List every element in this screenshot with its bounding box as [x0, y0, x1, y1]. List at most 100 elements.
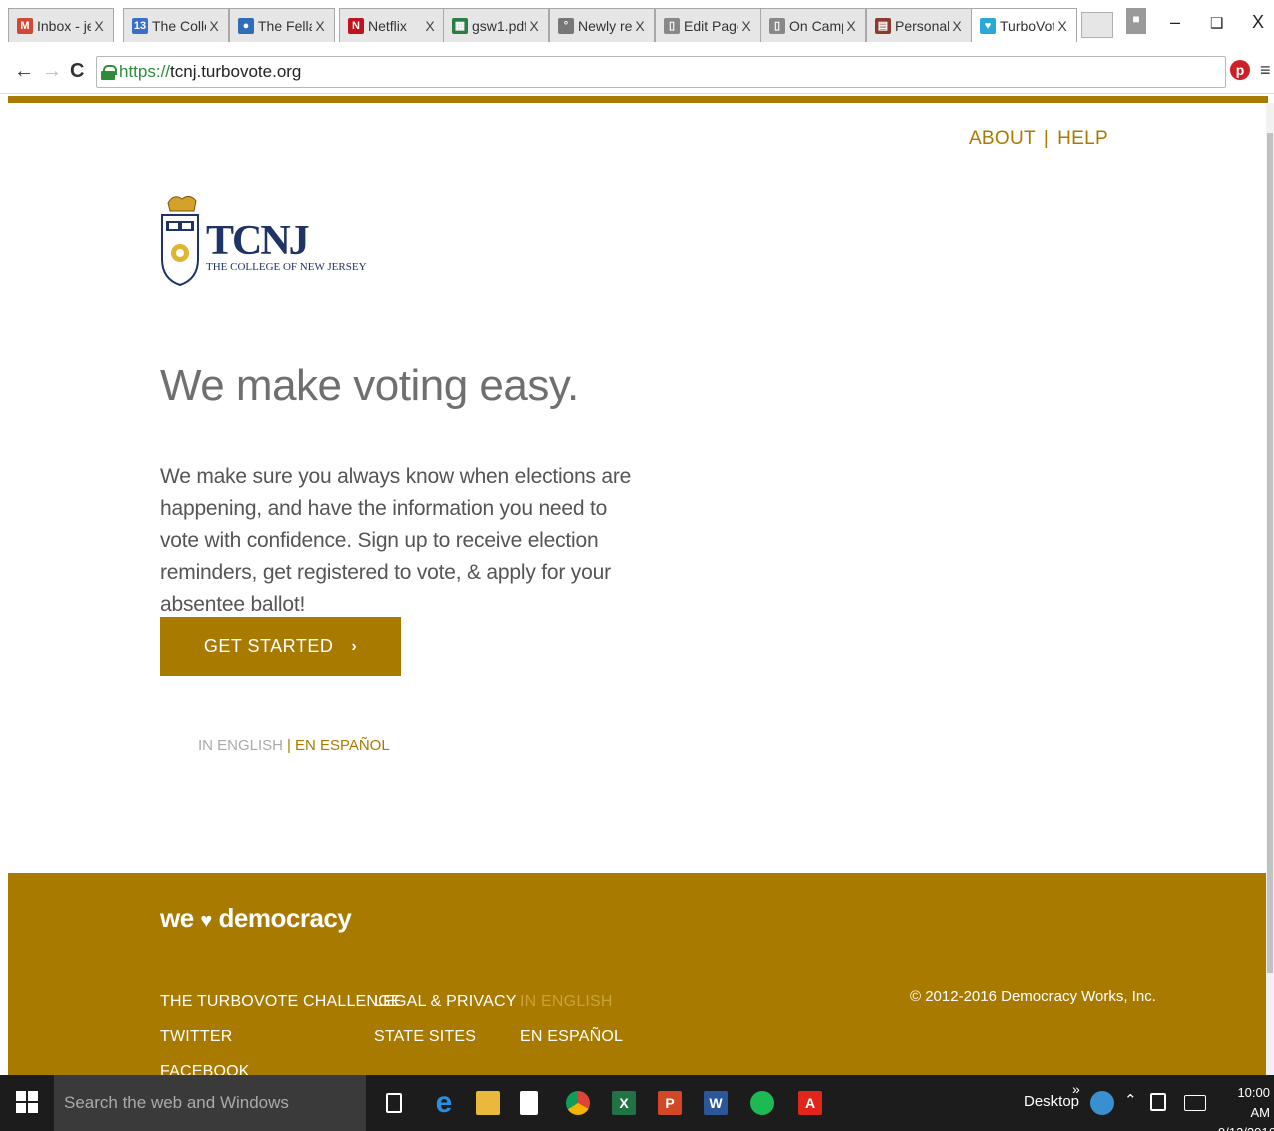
browser-tab[interactable]: °Newly rencX	[549, 8, 655, 42]
footer-link-spanish[interactable]: EN ESPAÑOL	[520, 1028, 623, 1046]
tab-close-icon[interactable]: X	[206, 18, 222, 34]
heart-icon: ♥	[980, 17, 996, 34]
browser-tab[interactable]: ♥TurboVoteX	[971, 8, 1077, 42]
footer-link-english[interactable]: IN ENGLISH	[520, 993, 613, 1011]
tab-strip: MInbox - jenX13The CollegX●The FellasXNN…	[0, 0, 1274, 50]
update-icon[interactable]	[1090, 1091, 1114, 1115]
tab-title: On Campu	[789, 17, 843, 34]
scrollbar-thumb[interactable]	[1267, 133, 1273, 973]
browser-tab[interactable]: MInbox - jenX	[8, 8, 114, 42]
reload-icon[interactable]: C	[70, 60, 84, 83]
page-scrollbar[interactable]	[1266, 103, 1274, 1075]
tagline-we: we	[160, 903, 194, 933]
footer-link-state-sites[interactable]: STATE SITES	[374, 1028, 476, 1046]
address-bar[interactable]: https://tcnj.turbovote.org	[96, 56, 1226, 88]
get-started-button[interactable]: GET STARTED ›	[160, 617, 401, 676]
tab-close-icon[interactable]: X	[738, 18, 754, 34]
copyright: © 2012-2016 Democracy Works, Inc.	[910, 988, 1156, 1005]
task-view-icon[interactable]	[386, 1093, 402, 1113]
back-icon[interactable]: ←	[14, 60, 34, 83]
nav-separator: |	[1043, 128, 1050, 149]
tcnj-crest-icon	[161, 195, 199, 287]
tab-close-icon[interactable]: X	[843, 18, 859, 34]
tab-close-icon[interactable]: X	[949, 18, 965, 34]
windows-taskbar: Search the web and Windows e X P W A Des…	[0, 1075, 1274, 1131]
tab-title: gsw1.pdf	[472, 17, 526, 34]
app-icon: ▤	[875, 17, 891, 34]
word-icon[interactable]: W	[704, 1091, 728, 1115]
gmail-icon: M	[17, 17, 33, 34]
netflix-icon: N	[348, 17, 364, 34]
tab-close-icon[interactable]: X	[312, 18, 328, 34]
browser-tab[interactable]: ▯Edit PageX	[655, 8, 761, 42]
edge-icon[interactable]: e	[432, 1086, 456, 1119]
action-center-icon[interactable]	[1150, 1093, 1166, 1111]
taskbar-search-input[interactable]: Search the web and Windows	[54, 1075, 366, 1131]
browser-tab[interactable]: ▯On CampuX	[760, 8, 866, 42]
language-english[interactable]: IN ENGLISH	[198, 737, 283, 754]
tab-close-icon[interactable]: X	[91, 18, 107, 34]
footer-tagline: we ♥ democracy	[160, 903, 352, 934]
lock-icon	[101, 65, 117, 80]
menu-icon[interactable]: ≡	[1260, 60, 1271, 81]
tab-close-icon[interactable]: X	[632, 18, 648, 34]
tab-close-icon[interactable]: X	[1054, 18, 1070, 34]
forward-icon[interactable]: →	[42, 60, 62, 83]
profile-icon[interactable]: ■	[1126, 8, 1146, 34]
acrobat-icon[interactable]: A	[798, 1091, 822, 1115]
logo-subtitle: THE COLLEGE OF NEW JERSEY	[206, 261, 367, 273]
language-separator: |	[287, 737, 291, 754]
footer-link-challenge[interactable]: THE TURBOVOTE CHALLENGE	[160, 993, 402, 1011]
browser-tab[interactable]: ▤Personal AX	[866, 8, 972, 42]
page-title: We make voting easy.	[160, 361, 579, 410]
keyboard-icon[interactable]	[1184, 1095, 1206, 1111]
tab-title: The Fellas	[258, 17, 312, 34]
language-spanish[interactable]: EN ESPAÑOL	[295, 737, 390, 754]
tab-title: Edit Page	[684, 17, 738, 34]
browser-tab[interactable]: ▦ gsw1.pdf X	[443, 8, 549, 42]
desktop-toolbar-label[interactable]: Desktop	[1024, 1093, 1079, 1110]
footer-link-legal[interactable]: LEGAL & PRIVACY	[374, 993, 517, 1011]
url-host: tcnj.turbovote.org	[170, 62, 302, 81]
clock-date: 9/13/2016	[1218, 1123, 1274, 1131]
page-content: ABOUT | HELP TCNJ THE COLLEGE OF NEW JERSE…	[8, 103, 1268, 1083]
tab-close-icon[interactable]: X	[526, 18, 542, 34]
help-link[interactable]: HELP	[1057, 128, 1108, 149]
new-tab-button[interactable]	[1081, 12, 1113, 38]
excel-icon[interactable]: X	[612, 1091, 636, 1115]
spreadsheet-icon: ▦	[452, 17, 468, 34]
calendar-icon: 13	[132, 17, 148, 34]
close-window-icon[interactable]: X	[1252, 12, 1264, 33]
browser-tab[interactable]: ●The FellasX	[229, 8, 335, 42]
footer: we ♥ democracy THE TURBOVOTE CHALLENGE T…	[8, 873, 1268, 1083]
intro-text: We make sure you always know when electi…	[160, 465, 632, 616]
logo-name: TCNJ	[206, 218, 310, 264]
get-started-label: GET STARTED	[203, 636, 334, 656]
restore-icon[interactable]: ❑	[1210, 14, 1223, 32]
spotify-icon[interactable]	[750, 1091, 774, 1115]
expand-icon[interactable]: »	[1072, 1081, 1080, 1097]
pinterest-icon[interactable]: p	[1230, 58, 1250, 81]
footer-link-twitter[interactable]: TWITTER	[160, 1028, 233, 1046]
taskbar-clock[interactable]: 10:00 AM 9/13/2016	[1218, 1083, 1274, 1131]
circle-icon: ●	[238, 17, 254, 34]
powerpoint-icon[interactable]: P	[658, 1091, 682, 1115]
windows-start-icon[interactable]	[16, 1091, 40, 1115]
chrome-icon[interactable]	[566, 1091, 590, 1115]
about-link[interactable]: ABOUT	[969, 128, 1036, 149]
browser-tab[interactable]: 13The CollegX	[123, 8, 229, 42]
file-explorer-icon[interactable]	[476, 1091, 500, 1115]
clock-time: 10:00 AM	[1237, 1085, 1270, 1120]
document-icon: ▯	[769, 17, 785, 34]
browser-tab[interactable]: N Netflix X	[339, 8, 445, 42]
minimize-icon[interactable]: –	[1170, 12, 1180, 33]
tcnj-logo[interactable]: TCNJ THE COLLEGE OF NEW JERSEY	[158, 193, 367, 293]
tab-close-icon[interactable]: X	[422, 18, 438, 34]
store-icon[interactable]	[520, 1091, 538, 1115]
chevron-up-icon[interactable]: ⌃	[1124, 1091, 1137, 1109]
top-nav: ABOUT | HELP	[969, 128, 1108, 150]
document-icon: ▯	[664, 17, 680, 34]
tab-title: Newly renc	[578, 17, 632, 34]
chevron-right-icon: ›	[351, 637, 358, 655]
heart-icon: ♥	[200, 910, 212, 932]
